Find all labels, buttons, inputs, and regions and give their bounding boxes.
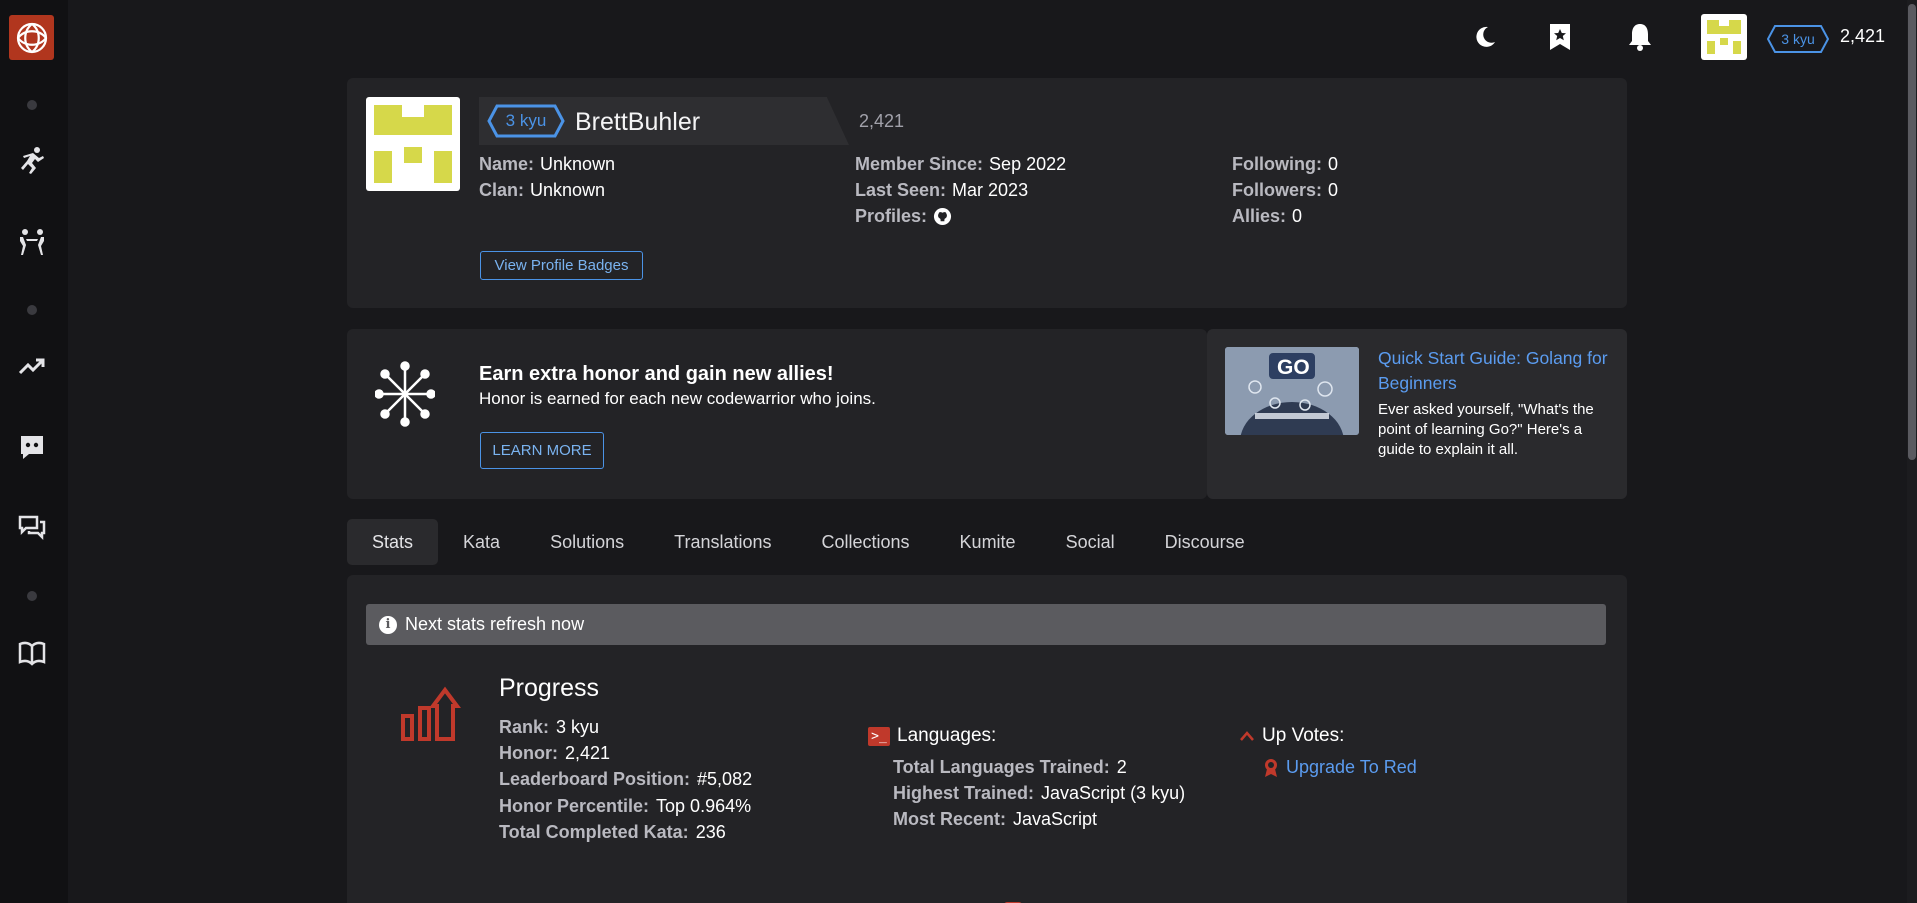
codewars-logo-icon[interactable] — [9, 15, 54, 60]
terminal-icon: >_ — [868, 726, 890, 746]
scrollbar-thumb[interactable] — [1908, 4, 1916, 460]
total-completed-kata-stat: Total Completed Kata: 236 — [499, 822, 726, 842]
dark-mode-moon-icon[interactable] — [1467, 19, 1503, 55]
tab-kata[interactable]: Kata — [438, 519, 525, 565]
leaderboard-position-stat: Leaderboard Position: #5,082 — [499, 769, 753, 789]
sidebar-divider-dot — [27, 305, 37, 315]
honor-count: 2,421 — [1840, 26, 1886, 46]
name-stat: Name: Unknown — [479, 154, 616, 174]
rank-badge[interactable]: 3 kyu — [1767, 25, 1829, 53]
sidebar-divider-dot — [27, 591, 37, 601]
tab-kumite[interactable]: Kumite — [935, 519, 1041, 565]
profile-rank-badge: 3 kyu — [487, 104, 565, 138]
forum-chat-icon[interactable] — [14, 510, 50, 546]
info-icon: i — [379, 615, 397, 634]
rank-stat: Rank: 3 kyu — [499, 717, 600, 737]
upgrade-to-red-link[interactable]: Upgrade To Red — [1286, 757, 1417, 778]
progress-chart-icon — [400, 684, 462, 747]
honor-percentile-stat: Honor Percentile: Top 0.964% — [499, 796, 752, 816]
clan-stat: Clan: Unknown — [479, 180, 606, 200]
profile-card: 3 kyu BrettBuhler 2,421 Name: Unknown Cla… — [347, 78, 1627, 308]
member-since-stat: Member Since: Sep 2022 — [855, 154, 1067, 174]
highest-trained-stat: Highest Trained: JavaScript (3 kyu) — [893, 783, 1186, 803]
refresh-text: Next stats refresh now — [405, 614, 585, 634]
last-seen-stat: Last Seen: Mar 2023 — [855, 180, 1029, 200]
bookmark-star-icon[interactable] — [1542, 19, 1578, 55]
network-starburst-icon — [374, 361, 436, 432]
tab-collections[interactable]: Collections — [797, 519, 935, 565]
progress-title: Progress — [499, 674, 600, 702]
github-icon[interactable] — [933, 207, 952, 226]
promo-title: Earn extra honor and gain new allies! — [479, 363, 834, 385]
total-languages-stat: Total Languages Trained: 2 — [893, 757, 1127, 777]
learn-more-button[interactable]: LEARN MORE — [480, 432, 604, 469]
following-stat[interactable]: Following: 0 — [1232, 154, 1338, 175]
profile-avatar — [366, 97, 460, 191]
leaderboard-trend-icon[interactable] — [14, 348, 50, 384]
stats-panel: i Next stats refresh now Progress Rank: 3… — [347, 575, 1627, 903]
promo-text: Honor is earned for each new codewarrior… — [479, 389, 876, 408]
profile-tabs: Stats Kata Solutions Translations Collec… — [347, 519, 1270, 565]
ribbon-award-icon — [1264, 758, 1278, 778]
docs-book-icon[interactable] — [14, 635, 50, 671]
tab-solutions[interactable]: Solutions — [525, 519, 649, 565]
chevron-up-icon — [1240, 731, 1254, 741]
upgrade-link-row[interactable]: Upgrade To Red — [1264, 757, 1417, 778]
profiles-stat: Profiles: — [855, 206, 952, 227]
tab-discourse[interactable]: Discourse — [1140, 519, 1270, 565]
tab-stats[interactable]: Stats — [347, 519, 439, 565]
scrollbar[interactable] — [1907, 0, 1917, 903]
allies-stat[interactable]: Allies: 0 — [1232, 206, 1302, 227]
view-profile-badges-button[interactable]: View Profile Badges — [480, 251, 643, 280]
notifications-bell-icon[interactable] — [1622, 19, 1658, 55]
upvotes-heading: Up Votes: — [1240, 725, 1344, 747]
profile-rank-text: 3 kyu — [505, 111, 547, 130]
tab-social[interactable]: Social — [1041, 519, 1140, 565]
rank-text: 3 kyu — [1781, 31, 1815, 47]
sidebar — [0, 0, 68, 903]
honor-stat: Honor: 2,421 — [499, 743, 611, 763]
tab-translations[interactable]: Translations — [649, 519, 796, 565]
stats-refresh-banner: i Next stats refresh now — [366, 604, 1606, 645]
sidebar-divider-dot — [27, 100, 37, 110]
training-icon[interactable] — [14, 143, 50, 179]
username: BrettBuhler — [575, 108, 701, 136]
guide-title-link[interactable]: Quick Start Guide: Golang for Beginners — [1378, 346, 1613, 396]
golang-guide-image[interactable]: GO — [1225, 347, 1359, 435]
profile-honor: 2,421 — [859, 111, 905, 131]
referral-promo-card: Earn extra honor and gain new allies! Ho… — [347, 329, 1207, 499]
practice-icon[interactable] — [14, 224, 50, 260]
most-recent-stat: Most Recent: JavaScript — [893, 809, 1098, 829]
languages-heading: >_ Languages: — [868, 725, 996, 747]
guide-card: GO Quick Start Guide: Golang for Beginne… — [1207, 329, 1627, 499]
go-logo-text: GO — [1277, 356, 1310, 379]
user-avatar[interactable] — [1701, 14, 1747, 60]
discord-icon[interactable] — [14, 429, 50, 465]
followers-stat[interactable]: Followers: 0 — [1232, 180, 1338, 201]
guide-description: Ever asked yourself, "What's the point o… — [1378, 401, 1594, 458]
